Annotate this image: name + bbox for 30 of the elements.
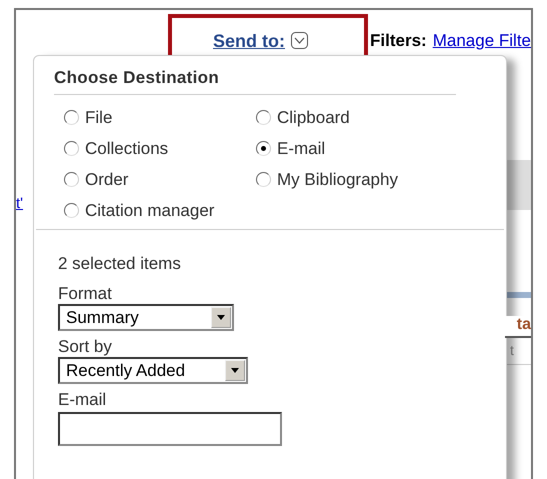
format-select[interactable]: Summary bbox=[58, 304, 234, 331]
radio-button[interactable] bbox=[64, 141, 79, 156]
manage-filters-link[interactable]: Manage Filte bbox=[432, 31, 531, 51]
destination-option[interactable]: My Bibliography bbox=[256, 167, 504, 192]
destination-option[interactable]: E-mail bbox=[256, 136, 504, 161]
destination-option[interactable]: Collections bbox=[64, 136, 256, 161]
sort-select[interactable]: Recently Added bbox=[58, 357, 248, 384]
radio-button[interactable] bbox=[256, 110, 271, 125]
sort-label: Sort by bbox=[58, 337, 113, 357]
radio-button[interactable] bbox=[256, 141, 271, 156]
section-bar bbox=[505, 292, 531, 298]
radio-button[interactable] bbox=[64, 203, 79, 218]
destination-option[interactable]: File bbox=[64, 105, 256, 130]
destination-option[interactable]: Citation manager bbox=[64, 198, 256, 223]
dropdown-icon[interactable] bbox=[291, 32, 308, 48]
email-field[interactable] bbox=[58, 412, 282, 446]
radio-button[interactable] bbox=[256, 172, 271, 187]
destination-option[interactable]: Clipboard bbox=[256, 105, 504, 130]
row-highlight bbox=[505, 160, 531, 210]
filters-label: Filters: bbox=[370, 31, 427, 51]
destination-option[interactable]: Order bbox=[64, 167, 256, 192]
email-label: E-mail bbox=[58, 390, 108, 410]
radio-button[interactable] bbox=[64, 172, 79, 187]
selection-count: 2 selected items bbox=[58, 254, 182, 274]
radio-button[interactable] bbox=[64, 110, 79, 125]
result-link[interactable]: t' bbox=[16, 195, 24, 212]
section-heading: ta bbox=[505, 316, 531, 338]
format-label: Format bbox=[58, 284, 113, 304]
send-to-link[interactable]: Send to: bbox=[213, 30, 285, 52]
popup-title: Choose Destination bbox=[54, 68, 456, 95]
